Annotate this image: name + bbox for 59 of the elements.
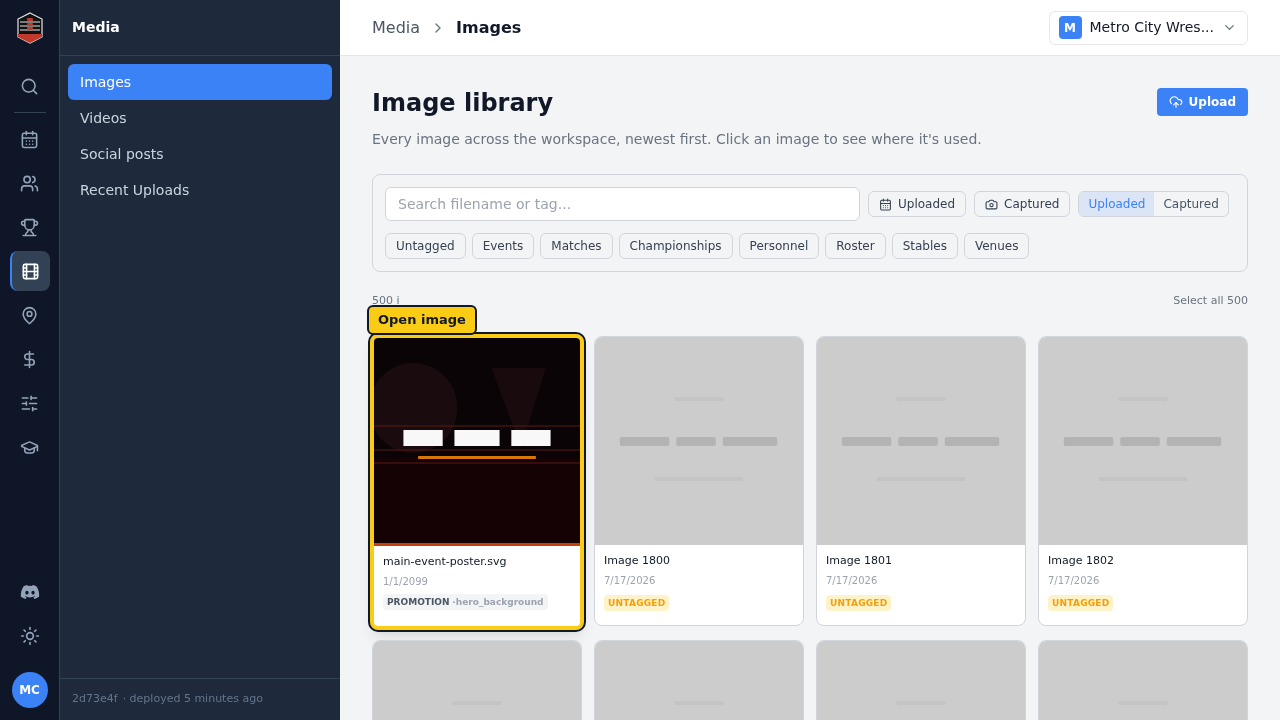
- film-icon: [21, 261, 40, 281]
- users-icon: [20, 173, 39, 193]
- sidebar-item[interactable]: Recent Uploads: [68, 172, 332, 208]
- untagged-badge: UNTAGGED: [826, 595, 892, 611]
- sort-button[interactable]: Captured: [974, 191, 1071, 217]
- page-title: Image library: [372, 88, 554, 119]
- untagged-badge: UNTAGGED: [604, 595, 670, 611]
- untagged-badge: UNTAGGED: [1048, 595, 1114, 611]
- tag-filter-chip[interactable]: Championships: [618, 233, 733, 259]
- image-card[interactable]: Image 1801 7/17/2026 UNTAGGED: [816, 336, 1026, 626]
- image-count: 500 i: [372, 294, 400, 308]
- tag-filter-chip[interactable]: Venues: [963, 233, 1030, 259]
- calendar-icon: [879, 197, 892, 211]
- tag-filter-chip[interactable]: Personnel: [738, 233, 820, 259]
- logo-icon: [16, 12, 43, 44]
- tag-filter-chip[interactable]: Roster: [825, 233, 886, 259]
- file-name: Image 1802: [1048, 553, 1114, 569]
- sun-icon: [19, 626, 40, 646]
- page-description: Every image across the workspace, newest first. Click an image to see where it's used.: [372, 130, 983, 149]
- trophy-icon: [20, 217, 39, 237]
- image-date: 7/17/2026: [826, 574, 878, 588]
- image-date: 7/17/2026: [1048, 574, 1100, 588]
- user-avatar[interactable]: MC: [11, 672, 48, 708]
- discord-icon: [19, 582, 40, 602]
- workspace-switcher[interactable]: M Metro City Wres...: [1048, 10, 1248, 45]
- sort-button[interactable]: Uploaded: [868, 191, 967, 217]
- calendar-icon: [20, 129, 39, 149]
- tag-filter-chip[interactable]: Untagged: [385, 233, 466, 259]
- tag-filter-chip[interactable]: Matches: [540, 233, 613, 259]
- image-date: 7/17/2026: [604, 574, 656, 588]
- file-name: Image 1800: [604, 553, 670, 569]
- cloud-upload-icon: [1168, 95, 1183, 109]
- breadcrumb-current: Images: [456, 16, 522, 39]
- commit-hash: 2d73e4f: [72, 691, 118, 708]
- sliders-icon: [20, 393, 39, 413]
- breadcrumb-link[interactable]: Media: [372, 15, 421, 40]
- segment-tab[interactable]: Captured: [1154, 192, 1228, 216]
- sidebar-title: Media: [72, 18, 120, 37]
- image-card[interactable]: Image 1800 7/17/2026 UNTAGGED: [594, 336, 804, 626]
- tag-label: PROMOTION ·hero_background: [383, 594, 548, 610]
- camera-icon: [985, 197, 999, 211]
- tooltip: Open image: [367, 305, 477, 335]
- search-icon: [20, 76, 39, 96]
- file-name: Image 1801: [826, 553, 892, 569]
- deploy-note: · deployed 5 minutes ago: [122, 691, 263, 708]
- select-all-link[interactable]: Select all 500: [1173, 294, 1248, 308]
- search-field[interactable]: Search filename or tag...: [385, 187, 860, 221]
- sidebar-item[interactable]: Images: [68, 64, 332, 100]
- rail-button[interactable]: [9, 251, 50, 291]
- file-name: main-event-poster.svg: [383, 554, 507, 570]
- tag-filter-chip[interactable]: Events: [471, 233, 535, 259]
- tag-filter-chip[interactable]: Stables: [891, 233, 958, 259]
- sidebar-item[interactable]: Videos: [68, 100, 332, 136]
- image-card[interactable]: main-event-poster.svg 1/1/2099 PROMOTION ·hero_background: [370, 334, 584, 630]
- image-date: 1/1/2099: [383, 575, 428, 589]
- map-pin-icon: [20, 305, 39, 325]
- image-card[interactable]: Image 1802 7/17/2026 UNTAGGED: [1038, 336, 1248, 626]
- sidebar-item[interactable]: Social posts: [68, 136, 332, 172]
- upload-button[interactable]: Upload: [1156, 88, 1248, 116]
